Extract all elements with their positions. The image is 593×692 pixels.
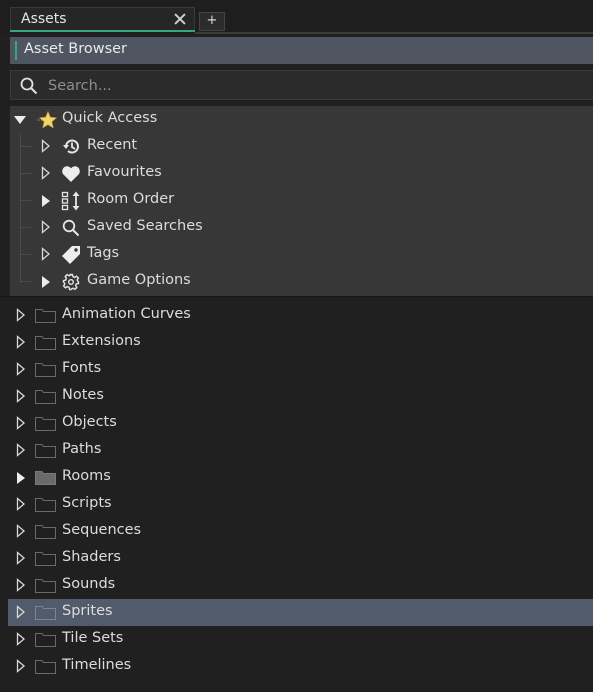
tree-item-label: Game Options (87, 272, 191, 288)
folder-label: Rooms (62, 468, 111, 484)
chevron-right-icon[interactable] (41, 166, 51, 180)
tree-item-favourites[interactable]: Favourites (10, 160, 593, 187)
asset-browser-header: Asset Browser (10, 37, 593, 64)
folder-label: Sounds (62, 576, 116, 592)
chevron-right-icon[interactable] (16, 659, 26, 673)
folder-extensions[interactable]: Extensions (0, 329, 593, 356)
room-order-icon (61, 191, 80, 211)
folder-icon (35, 471, 56, 485)
star-icon (37, 111, 57, 129)
chevron-right-icon[interactable] (41, 220, 51, 234)
folder-notes[interactable]: Notes (0, 383, 593, 410)
chevron-right-icon[interactable] (16, 389, 26, 403)
chevron-right-icon[interactable] (16, 524, 26, 538)
folder-fonts[interactable]: Fonts (0, 356, 593, 383)
history-icon (63, 139, 79, 154)
chevron-right-icon[interactable] (16, 578, 26, 592)
chevron-right-icon[interactable] (16, 308, 26, 322)
folder-label: Timelines (62, 657, 132, 673)
folder-icon (35, 579, 56, 593)
tab-strip: Assets + (0, 0, 593, 34)
folder-sequences[interactable]: Sequences (0, 518, 593, 545)
chevron-right-icon[interactable] (17, 472, 25, 484)
folder-label: Animation Curves (62, 306, 191, 322)
tree-item-tags[interactable]: Tags (10, 241, 593, 268)
folder-icon (35, 417, 56, 431)
folder-icon (35, 525, 56, 539)
panel-divider (0, 296, 593, 297)
folder-icon (35, 336, 56, 350)
tab-strip-divider (195, 32, 593, 34)
tree-item-game-options[interactable]: Game Options (10, 268, 593, 295)
folder-rooms[interactable]: Rooms (0, 464, 593, 491)
folder-icon (35, 309, 56, 323)
chevron-right-icon[interactable] (41, 247, 51, 261)
folder-icon (35, 498, 56, 512)
chevron-right-icon[interactable] (42, 276, 50, 288)
quick-access-label: Quick Access (62, 110, 158, 126)
tree-item-label: Room Order (87, 191, 175, 207)
chevron-right-icon[interactable] (16, 632, 26, 646)
tree-item-room-order[interactable]: Room Order (10, 187, 593, 214)
gear-icon (62, 273, 80, 291)
tag-icon (62, 246, 80, 264)
chevron-right-icon[interactable] (16, 443, 26, 457)
page-title: Asset Browser (24, 41, 128, 57)
search-icon (62, 219, 80, 237)
chevron-right-icon[interactable] (41, 139, 51, 153)
folder-timelines[interactable]: Timelines (0, 653, 593, 680)
tree-item-label: Saved Searches (87, 218, 203, 234)
folder-tile-sets[interactable]: Tile Sets (0, 626, 593, 653)
folder-icon (35, 606, 56, 620)
folder-label: Fonts (62, 360, 102, 376)
chevron-down-icon[interactable] (14, 116, 26, 124)
folder-sounds[interactable]: Sounds (0, 572, 593, 599)
tree-item-label: Recent (87, 137, 138, 153)
close-icon[interactable] (172, 9, 188, 29)
active-tab-indicator (10, 30, 195, 32)
folder-label: Scripts (62, 495, 112, 511)
chevron-right-icon[interactable] (16, 497, 26, 511)
folder-icon (35, 660, 56, 674)
folder-sprites[interactable]: Sprites (8, 599, 593, 626)
chevron-right-icon[interactable] (42, 195, 50, 207)
folder-icon (35, 390, 56, 404)
search-icon (20, 77, 38, 95)
folder-label: Notes (62, 387, 104, 403)
tree-item-quick-access[interactable]: Quick Access (10, 106, 593, 133)
folder-label: Objects (62, 414, 117, 430)
folder-animation-curves[interactable]: Animation Curves (0, 302, 593, 329)
chevron-right-icon[interactable] (16, 416, 26, 430)
tab-assets-label: Assets (21, 11, 67, 27)
tree-item-label: Favourites (87, 164, 162, 180)
folder-icon (35, 444, 56, 458)
folder-icon (35, 552, 56, 566)
chevron-right-icon[interactable] (16, 362, 26, 376)
folder-label: Extensions (62, 333, 141, 349)
heart-icon (62, 166, 80, 182)
folder-objects[interactable]: Objects (0, 410, 593, 437)
header-accent-bar (15, 41, 17, 60)
folder-paths[interactable]: Paths (0, 437, 593, 464)
folder-scripts[interactable]: Scripts (0, 491, 593, 518)
folder-icon (35, 363, 56, 377)
tree-item-label: Tags (87, 245, 120, 261)
search-bar (10, 70, 593, 100)
folder-label: Paths (62, 441, 102, 457)
folder-label: Tile Sets (62, 630, 124, 646)
chevron-right-icon[interactable] (16, 335, 26, 349)
tree-item-recent[interactable]: Recent (10, 133, 593, 160)
folder-label: Shaders (62, 549, 121, 565)
folder-label: Sequences (62, 522, 142, 538)
add-tab-button[interactable]: + (199, 12, 225, 31)
chevron-right-icon[interactable] (16, 551, 26, 565)
chevron-right-icon[interactable] (16, 605, 26, 619)
folder-label: Sprites (62, 603, 113, 619)
search-input[interactable] (46, 74, 580, 98)
folder-icon (35, 633, 56, 647)
tree-item-saved-searches[interactable]: Saved Searches (10, 214, 593, 241)
folder-shaders[interactable]: Shaders (0, 545, 593, 572)
tab-assets[interactable]: Assets (10, 7, 195, 31)
